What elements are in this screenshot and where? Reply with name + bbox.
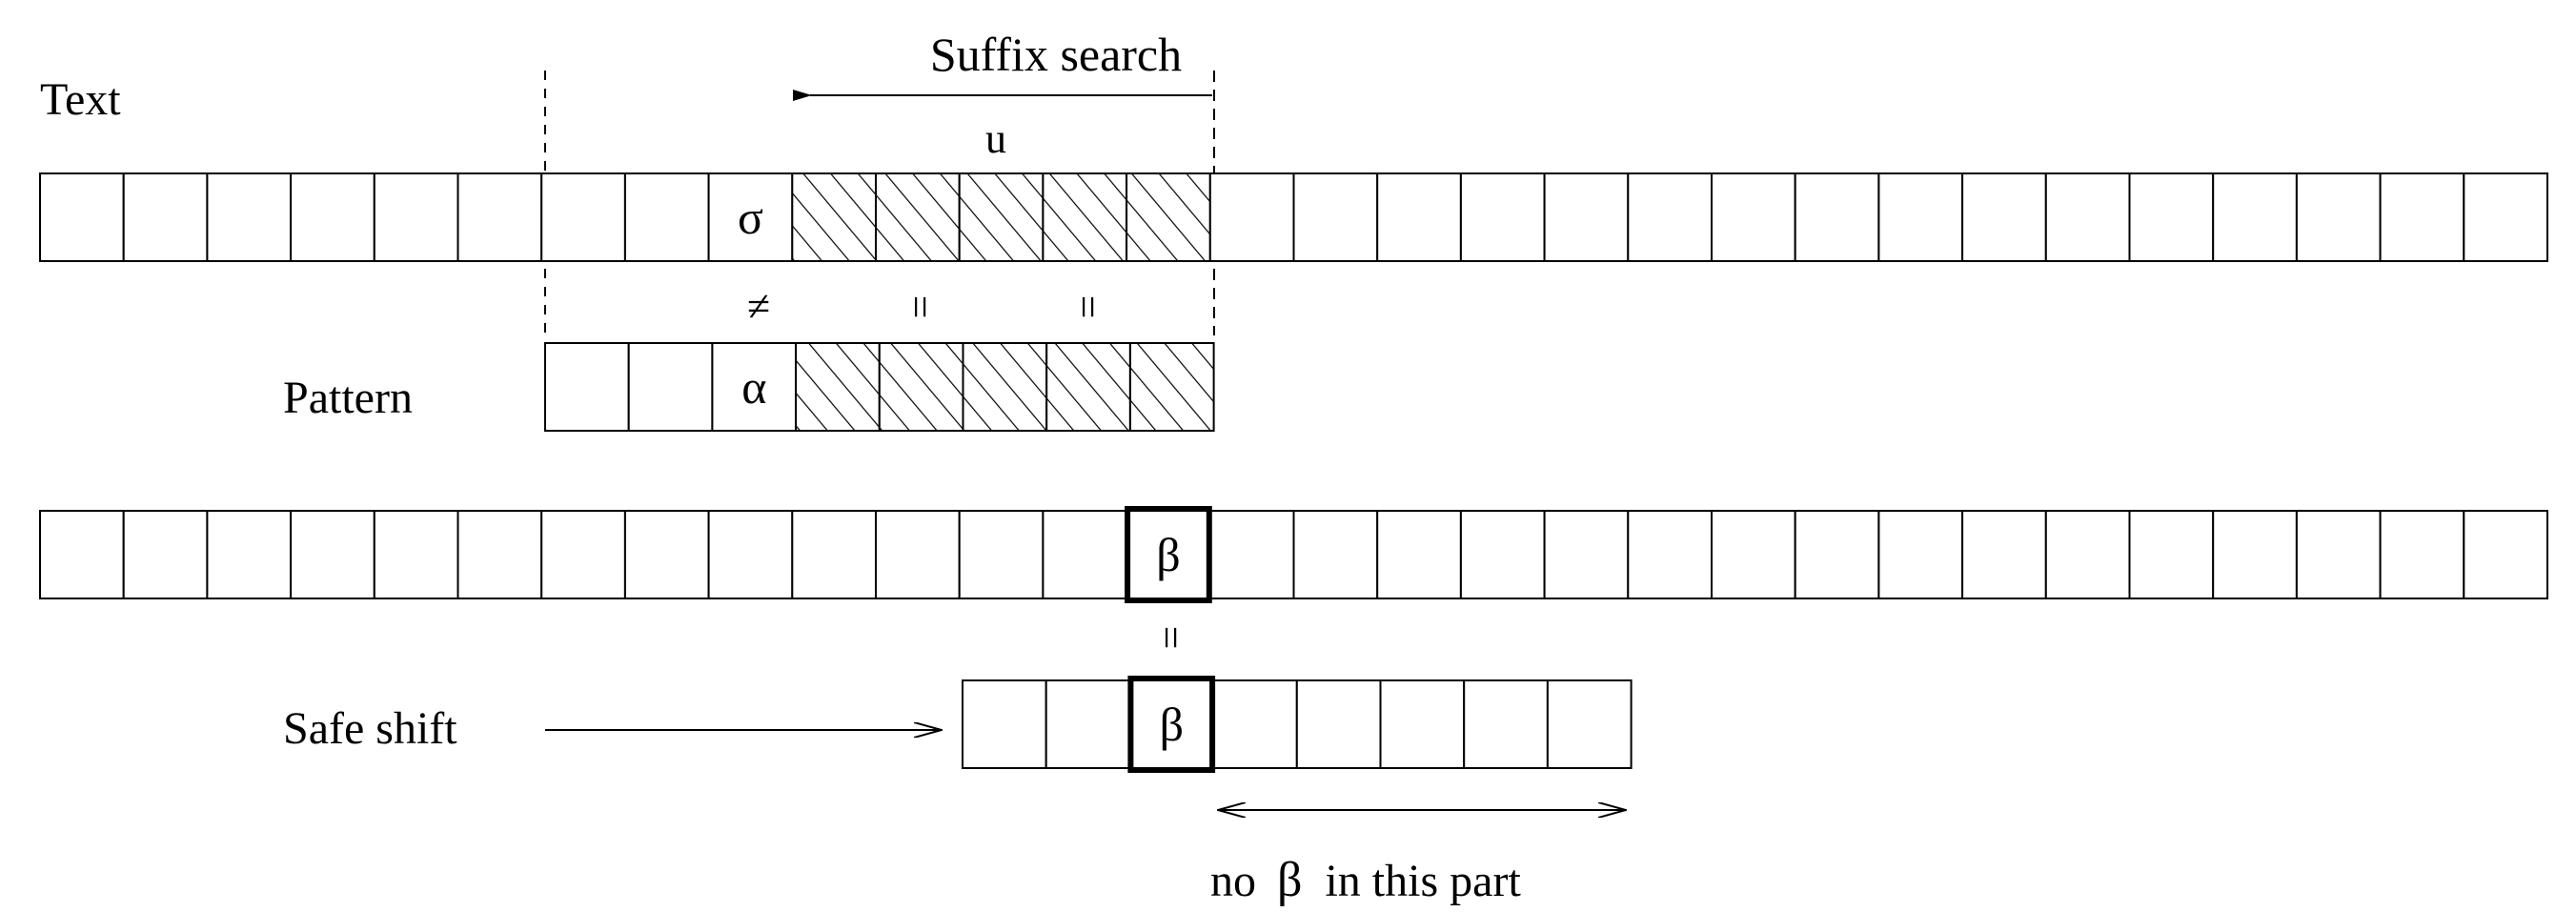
text-row-2-cell [1042,510,1128,599]
pattern-row-1-hatched-cell [1128,342,1215,432]
pattern-row-1: α [544,342,1215,432]
text-row-2-cell [206,510,293,599]
text-row-2-cell [1459,510,1546,599]
text-row-1-cell [1376,172,1462,262]
text-row-1-cell [1877,172,1964,262]
text-row-2-cell [39,510,125,599]
text-row-2-cell [1376,510,1462,599]
text-row-1-hatched-cell [791,172,877,262]
text-row-2-cell [540,510,626,599]
text-row-1-cell [1543,172,1630,262]
text-row-2-cell [290,510,375,599]
text-row-1-cell [373,172,459,262]
equal-symbol-2: = [1065,295,1111,319]
text-row-2-cell [791,510,877,599]
text-row-2-cell [2379,510,2465,599]
text-row-2-cell [1794,510,1880,599]
text-row-1-cell [623,172,710,262]
pattern-row-1-cell [544,342,630,432]
text-row-1-cell [2212,172,2298,262]
text-row-1-cell [2128,172,2215,262]
u-label: u [985,115,1006,162]
pattern-row-2-cell [1045,679,1131,769]
no-beta-caption: no β in this part [1210,853,1521,907]
no-beta-caption-suffix: in this part [1325,856,1521,906]
pattern-row-2: β [962,676,1633,773]
text-row-1-cell [1459,172,1546,262]
pattern-row-2-cell [1295,679,1382,769]
pattern-row-1-hatched-cell [962,342,1048,432]
text-row-1-cell [1961,172,2047,262]
suffix-search-diagram: σ α β β Text Suffix search u Pattern Saf… [39,28,2549,907]
text-row-2-cell [1877,510,1964,599]
text-row-2-cell [122,510,209,599]
text-row-2-cell [2128,510,2215,599]
pattern-row-1-hatched-cell [1045,342,1131,432]
sigma-symbol: σ [738,191,763,244]
text-row-1-cell [2379,172,2465,262]
text-row-2-cell [2295,510,2382,599]
pattern-label: Pattern [283,373,413,423]
pattern-row-2-cell [1463,679,1549,769]
text-row-2-cell [875,510,961,599]
text-row-1-hatched-cell [958,172,1045,262]
pattern-row-2-cell [1212,679,1298,769]
text-row-2-cell [1627,510,1714,599]
text-row-1-hatched-cell [875,172,961,262]
beta-pattern-symbol: β [1160,698,1184,751]
text-row-1-hatched-cell [1126,172,1211,262]
pattern-row-1-hatched-cell [795,342,881,432]
text-row-2-cell [1292,510,1379,599]
text-row-1-cell [456,172,543,262]
safe-shift-label: Safe shift [283,703,457,754]
text-row-2-cell [2044,510,2131,599]
text-label: Text [40,74,121,125]
text-row-2-cell [2212,510,2298,599]
text-row-2-cell [1961,510,2047,599]
pattern-row-2-cell [1379,679,1466,769]
text-row-1-cell [1292,172,1379,262]
not-equal-symbol: ≠ [747,283,770,330]
text-row-1-cell [2463,172,2549,262]
diagram-canvas: σ α β β Text Suffix search u Pattern Saf… [0,0,2576,912]
text-row-1-cell [1711,172,1796,262]
text-row-1-cell [1208,172,1295,262]
text-row-1-cell [1627,172,1714,262]
beta-text-symbol: β [1156,528,1180,581]
text-row-1-cell [39,172,125,262]
text-row-2-cell [373,510,459,599]
text-row-2-cell [1711,510,1796,599]
text-row-1-cell [540,172,626,262]
text-row-1-cell [1794,172,1880,262]
text-row-2-cell [1208,510,1295,599]
pattern-row-1-cell [627,342,714,432]
text-row-2-cell [623,510,710,599]
text-row-2-cell [1543,510,1630,599]
text-row-1-cell [2044,172,2131,262]
text-row-1-hatched-cell [1042,172,1128,262]
text-row-2-cell [958,510,1045,599]
pattern-row-2-cell [1546,679,1633,769]
text-row-2-cell [2463,510,2549,599]
equal-symbol-3: = [1147,626,1194,650]
pattern-row-2-cell [962,679,1047,769]
no-beta-caption-prefix: no [1210,856,1256,906]
equal-symbol-1: = [897,295,943,319]
text-row-1-cell [2295,172,2382,262]
pattern-row-1-hatched-cell [878,342,964,432]
text-row-1-cell [122,172,209,262]
text-row-2: β [39,506,2549,603]
no-beta-caption-symbol: β [1277,853,1302,907]
text-row-1: σ [39,172,2549,262]
text-row-1-cell [290,172,375,262]
text-row-2-cell [456,510,543,599]
text-row-2-cell [707,510,794,599]
text-row-1-cell [206,172,293,262]
suffix-search-label: Suffix search [930,28,1182,81]
alpha-symbol: α [741,360,766,414]
